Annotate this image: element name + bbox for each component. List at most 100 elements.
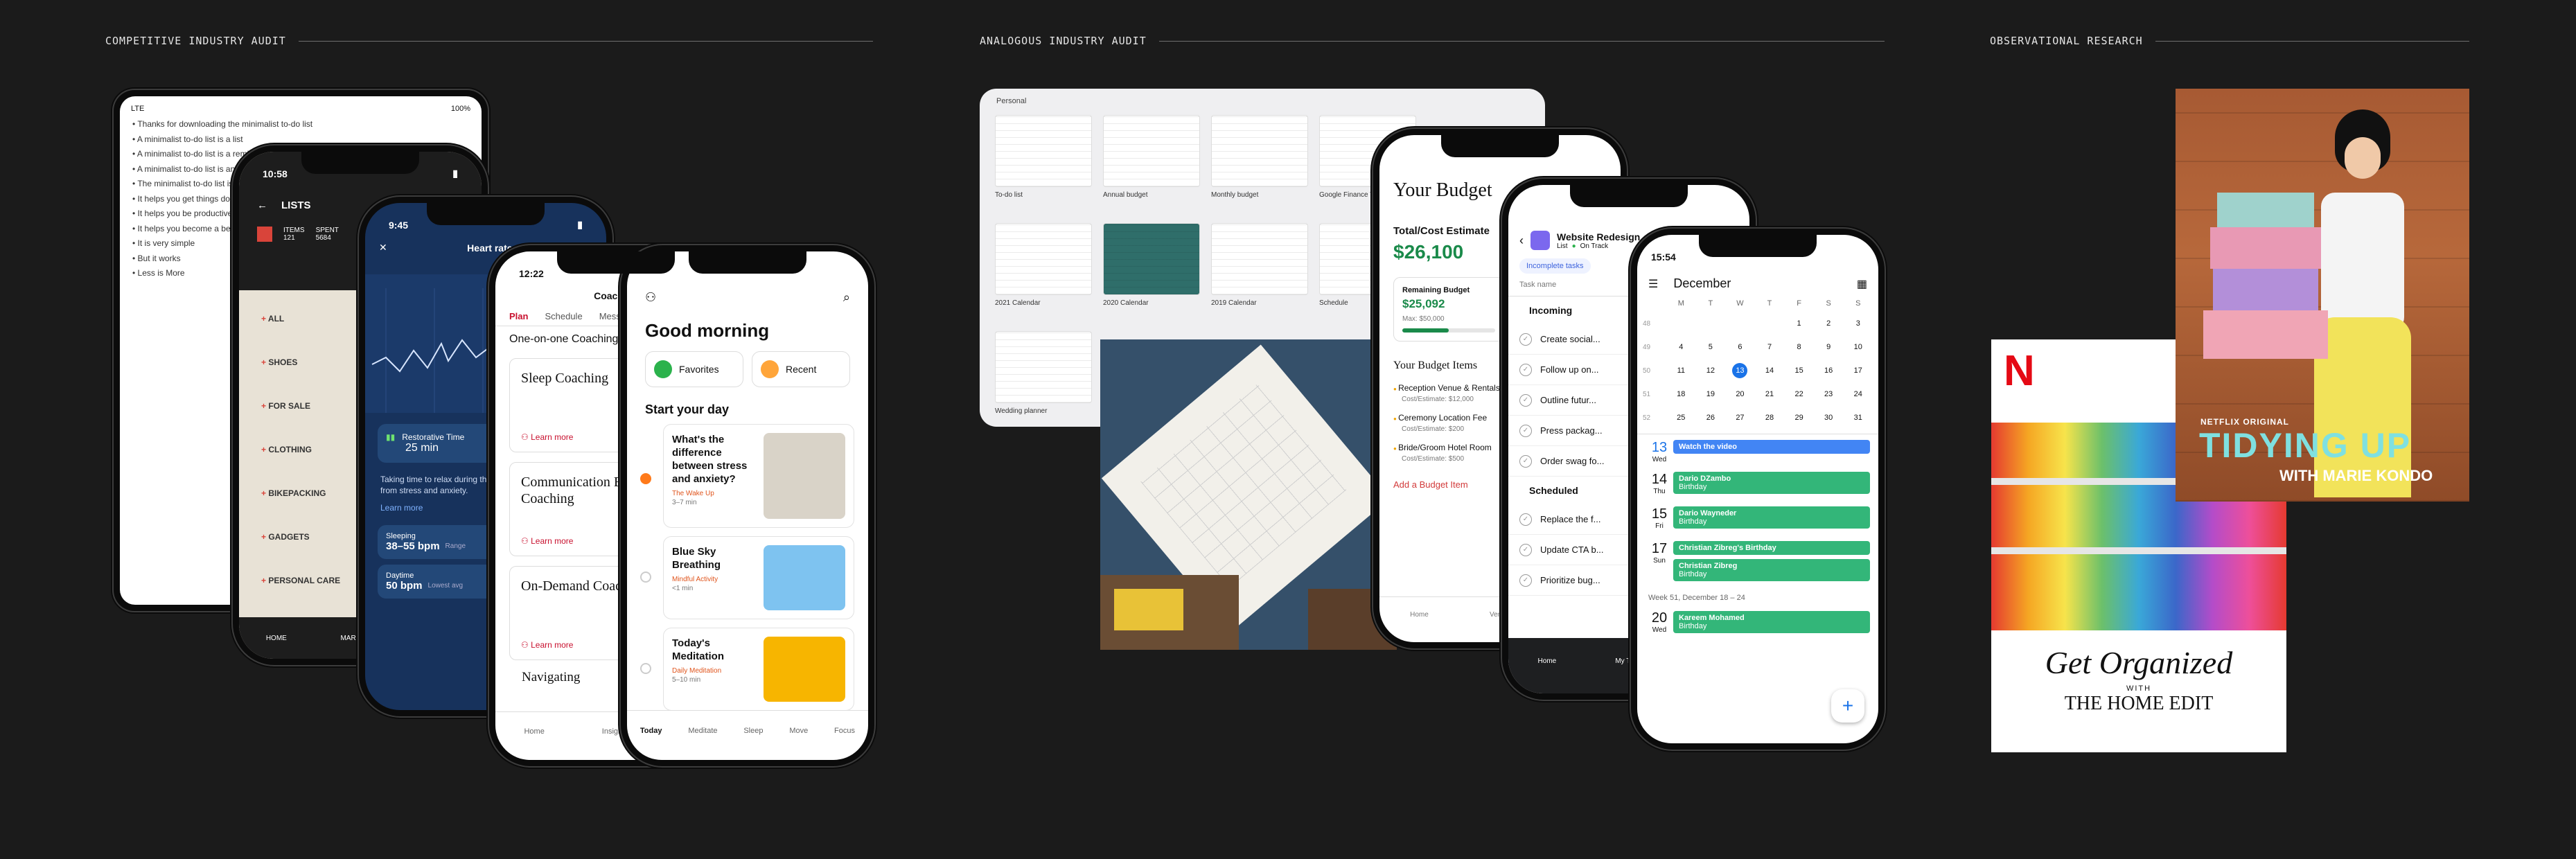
template-card[interactable]: 2020 Calendar (1103, 223, 1200, 308)
filter-chip[interactable]: Incomplete tasks (1519, 258, 1591, 274)
learn-more-link[interactable]: ⚇ Learn more (521, 536, 573, 546)
template-card[interactable]: To-do list (995, 115, 1092, 200)
month-selector[interactable]: December (1673, 276, 1731, 291)
event-chip[interactable]: Dario DZambo Birthday (1673, 472, 1870, 494)
week-number: 52 (1643, 414, 1651, 422)
close-icon[interactable]: ✕ (379, 242, 387, 254)
calendar-day[interactable]: 29 (1784, 414, 1814, 422)
calendar-day[interactable]: 2 (1814, 319, 1844, 328)
meditation-item[interactable]: Blue Sky Breathing Mindful Activity <1 min (640, 536, 854, 619)
tab-item[interactable]: Meditate (688, 727, 717, 735)
meditation-tag: Daily Meditation (672, 667, 722, 675)
calendar-day[interactable]: 4 (1666, 343, 1696, 351)
calendar-day[interactable]: 7 (1755, 343, 1785, 351)
calendar-day[interactable]: 26 (1696, 414, 1726, 422)
calendar-day[interactable]: 22 (1784, 390, 1814, 398)
spent-label: SPENT (315, 227, 339, 234)
calendar-icon[interactable]: ▦ (1857, 277, 1867, 291)
heart-title: Heart rate (467, 242, 513, 254)
calendar-day[interactable]: 19 (1696, 390, 1726, 398)
template-card[interactable]: Wedding planner (995, 331, 1092, 416)
calendar-day[interactable]: 16 (1814, 366, 1844, 375)
add-event-button[interactable]: + (1831, 689, 1864, 723)
template-card[interactable]: Annual budget (1103, 115, 1200, 200)
event-title: Christian Zibreg's Birthday (1679, 544, 1776, 552)
calendar-day[interactable]: 5 (1696, 343, 1726, 351)
calendar-day[interactable]: 11 (1666, 366, 1696, 375)
status-time: 12:22 (519, 268, 544, 279)
section-title: COMPETITIVE INDUSTRY AUDIT (105, 35, 286, 47)
day-name: Wed (1652, 456, 1667, 463)
phone-notch (557, 251, 675, 274)
coach-tab[interactable]: Plan (509, 311, 528, 321)
event-chip[interactable]: Christian Zibreg Birthday (1673, 559, 1870, 581)
calendar-day[interactable]: 12 (1696, 366, 1726, 375)
month-grid: M T W T F S S 48 1 2 3 49 4 5 6 7 8 9 10 50 11 12 13 14 15 16 17 51… (1637, 295, 1878, 430)
calendar-day[interactable]: 18 (1666, 390, 1696, 398)
template-card[interactable]: Monthly budget (1211, 115, 1308, 200)
learn-more-link[interactable]: ⚇ Learn more (521, 432, 573, 442)
note-line: • A minimalist to-do list is a list (132, 132, 482, 148)
template-card[interactable]: 2021 Calendar (995, 223, 1092, 308)
menu-icon[interactable]: ☰ (1648, 277, 1658, 291)
tab-item[interactable]: HOME (266, 635, 287, 642)
items-value: 121 (283, 234, 295, 242)
back-icon[interactable]: ‹ (1519, 233, 1524, 248)
day-number: 14 (1651, 472, 1668, 487)
agenda-date: 14 Thu (1646, 472, 1673, 498)
category-label: ALL (267, 314, 285, 324)
timeline-dot-icon (640, 473, 651, 484)
tab-item[interactable]: Focus (834, 727, 855, 735)
calendar-day[interactable]: 13 (1725, 363, 1755, 378)
calendar-day[interactable]: 20 (1725, 390, 1755, 398)
check-circle-icon: ✓ (1519, 454, 1532, 468)
event-chip[interactable]: Dario Wayneder Birthday (1673, 506, 1870, 529)
learn-more-link[interactable]: ⚇ Learn more (521, 640, 573, 650)
favorites-button[interactable]: Favorites (645, 351, 743, 387)
lists-title: LISTS (281, 199, 311, 211)
calendar-day[interactable]: 3 (1843, 319, 1873, 328)
tab-item[interactable]: Sleep (743, 727, 763, 735)
calendar-day[interactable]: 17 (1843, 366, 1873, 375)
meditation-item[interactable]: Today's Meditation Daily Meditation 5–10 m… (640, 628, 854, 711)
weekday-label: F (1797, 299, 1801, 308)
tab-item[interactable]: Home (524, 727, 544, 736)
search-icon[interactable]: ⌕ (843, 290, 850, 305)
profile-icon[interactable]: ⚇ (645, 290, 656, 305)
budget-item-name: Reception Venue & Rentals (1398, 383, 1500, 393)
template-card[interactable]: 2019 Calendar (1211, 223, 1308, 308)
tab-item[interactable]: Today (640, 727, 662, 735)
recent-button[interactable]: Recent (752, 351, 850, 387)
tab-item[interactable]: Move (789, 727, 808, 735)
event-chip[interactable]: Watch the video (1673, 440, 1870, 454)
calendar-day[interactable]: 25 (1666, 414, 1696, 422)
meditation-item[interactable]: What's the difference between stress and… (640, 424, 854, 528)
calendar-day[interactable]: 1 (1784, 319, 1814, 328)
meditation-thumbnail (764, 545, 845, 610)
coach-tab[interactable]: Schedule (545, 311, 582, 321)
calendar-day[interactable]: 31 (1843, 414, 1873, 422)
calendar-day[interactable]: 28 (1755, 414, 1785, 422)
event-chip[interactable]: Kareem Mohamed Birthday (1673, 611, 1870, 633)
calendar-day[interactable]: 15 (1784, 366, 1814, 375)
event-chip[interactable]: Christian Zibreg's Birthday (1673, 541, 1870, 555)
calendar-day[interactable]: 8 (1784, 343, 1814, 351)
calendar-day[interactable]: 21 (1755, 390, 1785, 398)
calendar-day[interactable]: 9 (1814, 343, 1844, 351)
weekday-row: MTWTFSS (1643, 299, 1873, 308)
phone-meditate: ⚇ ⌕ Good morning Favorites Recent Start … (621, 245, 874, 766)
calendar-day[interactable]: 30 (1814, 414, 1844, 422)
weekday-label: S (1826, 299, 1831, 308)
back-arrow-icon[interactable]: ← (257, 200, 267, 211)
add-icon: + (261, 488, 269, 498)
calendar-day[interactable]: 10 (1843, 343, 1873, 351)
tab-item[interactable]: Home (1538, 657, 1557, 665)
tab-item[interactable]: Home (1410, 611, 1429, 619)
calendar-day[interactable]: 24 (1843, 390, 1873, 398)
calendar-day[interactable]: 14 (1755, 366, 1785, 375)
budget-progress (1402, 328, 1495, 333)
calendar-day[interactable]: 23 (1814, 390, 1844, 398)
calendar-day[interactable]: 27 (1725, 414, 1755, 422)
calendar-day[interactable]: 6 (1725, 343, 1755, 351)
chart-icon (257, 227, 272, 242)
